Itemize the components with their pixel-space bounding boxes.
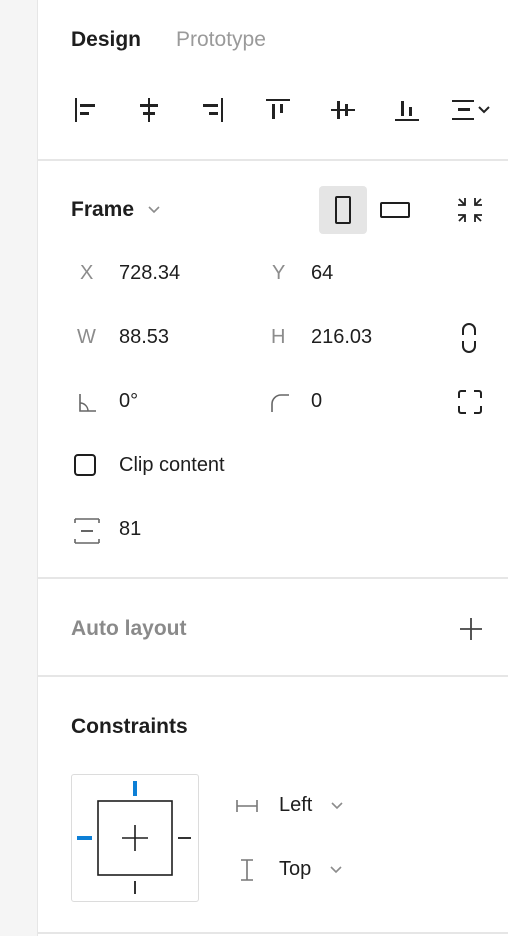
distribute-dropdown-icon[interactable]	[444, 88, 496, 132]
align-right-icon[interactable]	[190, 88, 234, 132]
y-input[interactable]: 64	[311, 262, 333, 285]
spacing-input[interactable]: 81	[119, 518, 141, 541]
divider	[38, 159, 508, 161]
tab-prototype[interactable]: Prototype	[176, 28, 266, 52]
plus-icon	[460, 618, 482, 640]
divider	[38, 675, 508, 677]
landscape-icon	[380, 202, 410, 218]
constraints-title: Constraints	[71, 715, 188, 738]
align-bottom-icon[interactable]	[385, 88, 429, 132]
align-left-icon[interactable]	[64, 88, 108, 132]
resize-to-fit-icon[interactable]	[448, 188, 492, 232]
frame-title-label: Frame	[71, 198, 135, 221]
rotation-icon	[77, 392, 99, 414]
tab-design[interactable]: Design	[71, 28, 141, 52]
align-horizontal-center-icon[interactable]	[127, 88, 171, 132]
align-top-icon[interactable]	[256, 88, 300, 132]
landscape-orientation-button[interactable]	[371, 186, 419, 234]
chevron-down-icon[interactable]	[146, 202, 162, 218]
h-label: H	[271, 326, 286, 348]
y-label: Y	[272, 262, 286, 284]
constraint-left-handle	[77, 836, 92, 840]
x-label: X	[80, 262, 94, 284]
horizontal-constraint-select[interactable]: Left	[279, 794, 312, 817]
portrait-orientation-button[interactable]	[319, 186, 367, 234]
add-auto-layout-button[interactable]	[456, 614, 486, 644]
w-label: W	[77, 326, 96, 348]
clip-content-label[interactable]: Clip content	[119, 454, 225, 477]
divider	[38, 577, 508, 579]
radius-input[interactable]: 0	[311, 390, 322, 413]
portrait-icon	[335, 196, 351, 224]
align-vertical-center-icon[interactable]	[321, 88, 365, 132]
auto-layout-title: Auto layout	[71, 617, 187, 640]
vertical-constraint-select[interactable]: Top	[279, 858, 311, 881]
constraints-widget[interactable]	[71, 774, 199, 902]
constraint-top-handle	[133, 781, 137, 796]
horizontal-constraint-icon	[235, 798, 259, 814]
constraint-bottom-handle	[134, 881, 136, 894]
chevron-down-icon[interactable]	[329, 798, 345, 814]
w-input[interactable]: 88.53	[119, 326, 169, 349]
h-input[interactable]: 216.03	[311, 326, 372, 349]
vertical-constraint-icon	[239, 858, 255, 882]
independent-corners-icon[interactable]	[457, 389, 483, 415]
frame-title[interactable]: Frame	[71, 198, 134, 222]
design-panel: Design Prototype Frame X 728.34 Y 64 W 8…	[37, 0, 508, 936]
divider	[38, 932, 508, 934]
clip-content-checkbox[interactable]	[74, 454, 96, 476]
x-input[interactable]: 728.34	[119, 262, 180, 285]
spacing-icon	[74, 517, 100, 545]
corner-radius-icon	[269, 392, 291, 414]
chevron-down-icon[interactable]	[328, 862, 344, 878]
rotation-input[interactable]: 0°	[119, 390, 138, 413]
constraint-right-handle	[178, 837, 191, 839]
constrain-proportions-icon[interactable]	[457, 322, 481, 354]
